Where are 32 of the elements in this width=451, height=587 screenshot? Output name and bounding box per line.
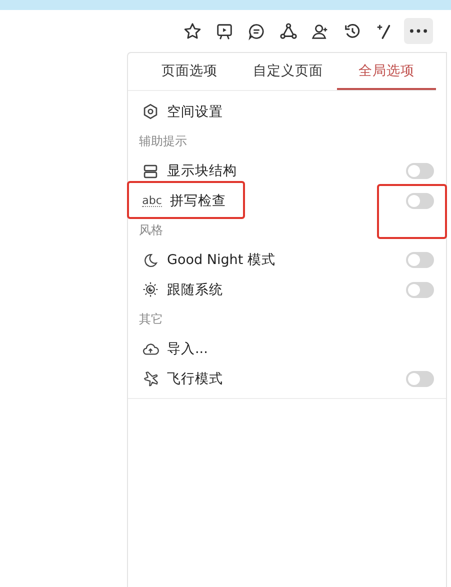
menu-item[interactable]: 跟随系统 (167, 280, 398, 299)
add-user-icon (310, 22, 330, 40)
toggle-switch[interactable] (406, 252, 434, 268)
menu-item[interactable]: 拼写检查 (170, 192, 398, 210)
more-icon (410, 29, 427, 33)
hexagon-settings-icon (142, 103, 159, 120)
sun-icon (142, 281, 159, 298)
chat-bubble-icon (246, 22, 266, 40)
menu-item[interactable]: 空间设置 (167, 102, 434, 121)
menu-item[interactable]: 显示块结构 (167, 162, 398, 180)
toggle-switch[interactable] (406, 282, 434, 298)
toggle-switch[interactable] (406, 370, 434, 387)
more-button[interactable] (404, 18, 433, 44)
menu-item[interactable]: Good Night 模式 (167, 251, 398, 270)
section-heading: 风格 (139, 222, 163, 239)
history-icon (342, 22, 362, 40)
section-heading: 其它 (139, 311, 163, 328)
star-icon (182, 22, 202, 40)
menu-tab[interactable]: 全局选项 (337, 53, 436, 90)
menu-tab[interactable]: 页面选项 (140, 53, 239, 90)
graph-icon (278, 22, 298, 40)
menu-item[interactable]: 导入... (167, 340, 434, 358)
airplane-icon (142, 370, 159, 388)
toggle-switch[interactable] (406, 163, 434, 180)
toggle-switch[interactable] (406, 192, 434, 209)
menu-item[interactable]: 飞行模式 (167, 370, 398, 388)
cloud-upload-icon (142, 340, 159, 358)
section-heading: 辅助提示 (139, 133, 187, 150)
moon-icon (142, 252, 159, 269)
blocks-icon (142, 162, 159, 180)
presentation-icon (214, 22, 234, 40)
menu-tab[interactable]: 自定义页面 (238, 53, 338, 90)
